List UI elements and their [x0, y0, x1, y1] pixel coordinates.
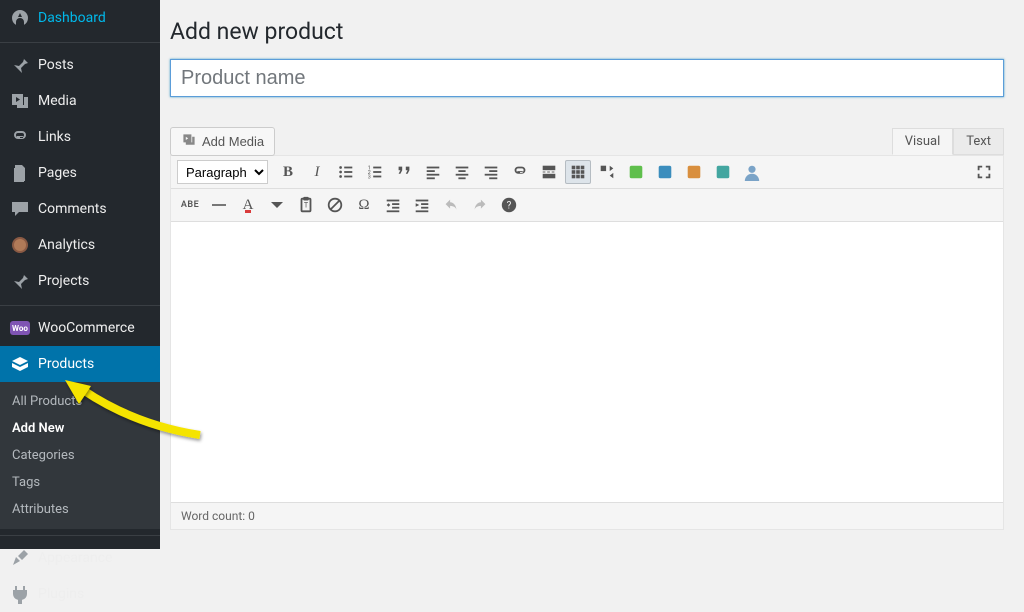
svg-text:3: 3 — [368, 174, 371, 180]
submenu-attributes[interactable]: Attributes — [0, 496, 160, 523]
sidebar-item-comments[interactable]: Comments — [0, 191, 160, 227]
align-center-button[interactable] — [449, 160, 475, 184]
submenu-add-new[interactable]: Add New — [0, 415, 160, 442]
sidebar-item-posts[interactable]: Posts — [0, 42, 160, 83]
sidebar-item-woocommerce[interactable]: Woo WooCommerce — [0, 305, 160, 346]
sidebar-item-label: Links — [38, 129, 71, 145]
page-title: Add new product — [170, 18, 1004, 45]
blockquote-button[interactable] — [391, 160, 417, 184]
analytics-icon — [10, 235, 30, 255]
add-media-button[interactable]: Add Media — [170, 127, 275, 156]
plugins-icon — [10, 584, 30, 604]
editor-status-bar: Word count: 0 — [171, 502, 1003, 529]
shortcode-button-4[interactable] — [710, 160, 736, 184]
sidebar-item-label: WooCommerce — [38, 320, 135, 336]
product-name-input[interactable] — [170, 59, 1004, 97]
italic-button[interactable]: I — [304, 160, 330, 184]
outdent-button[interactable] — [380, 193, 406, 217]
tab-visual[interactable]: Visual — [892, 128, 954, 155]
sidebar-item-label: Products — [38, 356, 94, 372]
sidebar-item-analytics[interactable]: Analytics — [0, 227, 160, 263]
editor-content-area[interactable] — [171, 222, 1003, 502]
toolbar-toggle-button[interactable] — [565, 160, 591, 184]
svg-text:T: T — [304, 201, 309, 210]
media-icon — [10, 91, 30, 111]
bold-button[interactable]: B — [275, 160, 301, 184]
sidebar-item-label: Projects — [38, 273, 89, 289]
align-left-button[interactable] — [420, 160, 446, 184]
add-media-label: Add Media — [202, 134, 264, 149]
sidebar-item-links[interactable]: Links — [0, 119, 160, 155]
appearance-icon — [10, 548, 30, 568]
sidebar-item-media[interactable]: Media — [0, 83, 160, 119]
read-more-button[interactable] — [536, 160, 562, 184]
undo-button[interactable] — [438, 193, 464, 217]
sidebar-item-label: Posts — [38, 57, 74, 73]
redo-button[interactable] — [467, 193, 493, 217]
text-color-dropdown[interactable] — [264, 193, 290, 217]
editor-toolbar-row1: Paragraph B I 123 — [171, 156, 1003, 189]
shortcode-button-3[interactable] — [681, 160, 707, 184]
link-button[interactable] — [507, 160, 533, 184]
sidebar-item-label: Media — [38, 93, 77, 109]
sidebar-item-label: Analytics — [38, 237, 95, 253]
text-color-button[interactable]: A — [235, 193, 261, 217]
editor-tabs: Visual Text — [892, 128, 1004, 155]
sidebar-item-projects[interactable]: Projects — [0, 263, 160, 299]
format-select[interactable]: Paragraph — [177, 160, 268, 184]
comments-icon — [10, 199, 30, 219]
numbered-list-button[interactable]: 123 — [362, 160, 388, 184]
shortcode-button-2[interactable] — [652, 160, 678, 184]
sidebar-item-dashboard[interactable]: Dashboard — [0, 0, 160, 36]
editor-box: Paragraph B I 123 ABE A — [170, 155, 1004, 530]
sidebar-item-products[interactable]: Products — [0, 346, 160, 382]
horizontal-rule-button[interactable] — [206, 193, 232, 217]
indent-button[interactable] — [409, 193, 435, 217]
woocommerce-icon: Woo — [10, 318, 30, 338]
pin-icon — [10, 55, 30, 75]
sidebar-item-pages[interactable]: Pages — [0, 155, 160, 191]
fullscreen-button[interactable] — [971, 160, 997, 184]
clear-formatting-button[interactable] — [322, 193, 348, 217]
submenu-categories[interactable]: Categories — [0, 442, 160, 469]
editor-toolbar-row2: ABE A T Ω ? — [171, 189, 1003, 222]
products-icon — [10, 354, 30, 374]
insert-toggle-button[interactable] — [594, 160, 620, 184]
admin-sidebar: Dashboard Posts Media Links Pages Commen… — [0, 0, 160, 549]
sidebar-item-label: Pages — [38, 165, 77, 181]
dashboard-icon — [10, 8, 30, 28]
sidebar-item-label: Plugins — [38, 586, 84, 602]
help-button[interactable]: ? — [496, 193, 522, 217]
submenu-tags[interactable]: Tags — [0, 469, 160, 496]
submenu-all-products[interactable]: All Products — [0, 388, 160, 415]
insert-user-button[interactable] — [739, 160, 765, 184]
svg-text:Woo: Woo — [12, 324, 28, 333]
pin-icon — [10, 271, 30, 291]
products-submenu: All Products Add New Categories Tags Att… — [0, 382, 160, 529]
main-content: Add new product Add Media Visual Text Pa… — [160, 0, 1024, 549]
tab-text[interactable]: Text — [953, 128, 1004, 155]
media-icon — [181, 132, 197, 151]
special-character-button[interactable]: Ω — [351, 193, 377, 217]
paste-text-button[interactable]: T — [293, 193, 319, 217]
sidebar-item-label: Dashboard — [38, 10, 106, 26]
link-icon — [10, 127, 30, 147]
pages-icon — [10, 163, 30, 183]
sidebar-item-plugins[interactable]: Plugins — [0, 576, 160, 612]
svg-text:?: ? — [507, 201, 512, 212]
sidebar-item-label: Comments — [38, 201, 107, 217]
shortcode-button-1[interactable] — [623, 160, 649, 184]
align-right-button[interactable] — [478, 160, 504, 184]
strikethrough-button[interactable]: ABE — [177, 193, 203, 217]
sidebar-item-appearance[interactable]: Appearance — [0, 535, 160, 576]
word-count: Word count: 0 — [181, 509, 255, 523]
sidebar-item-label: Appearance — [38, 550, 112, 566]
bullet-list-button[interactable] — [333, 160, 359, 184]
